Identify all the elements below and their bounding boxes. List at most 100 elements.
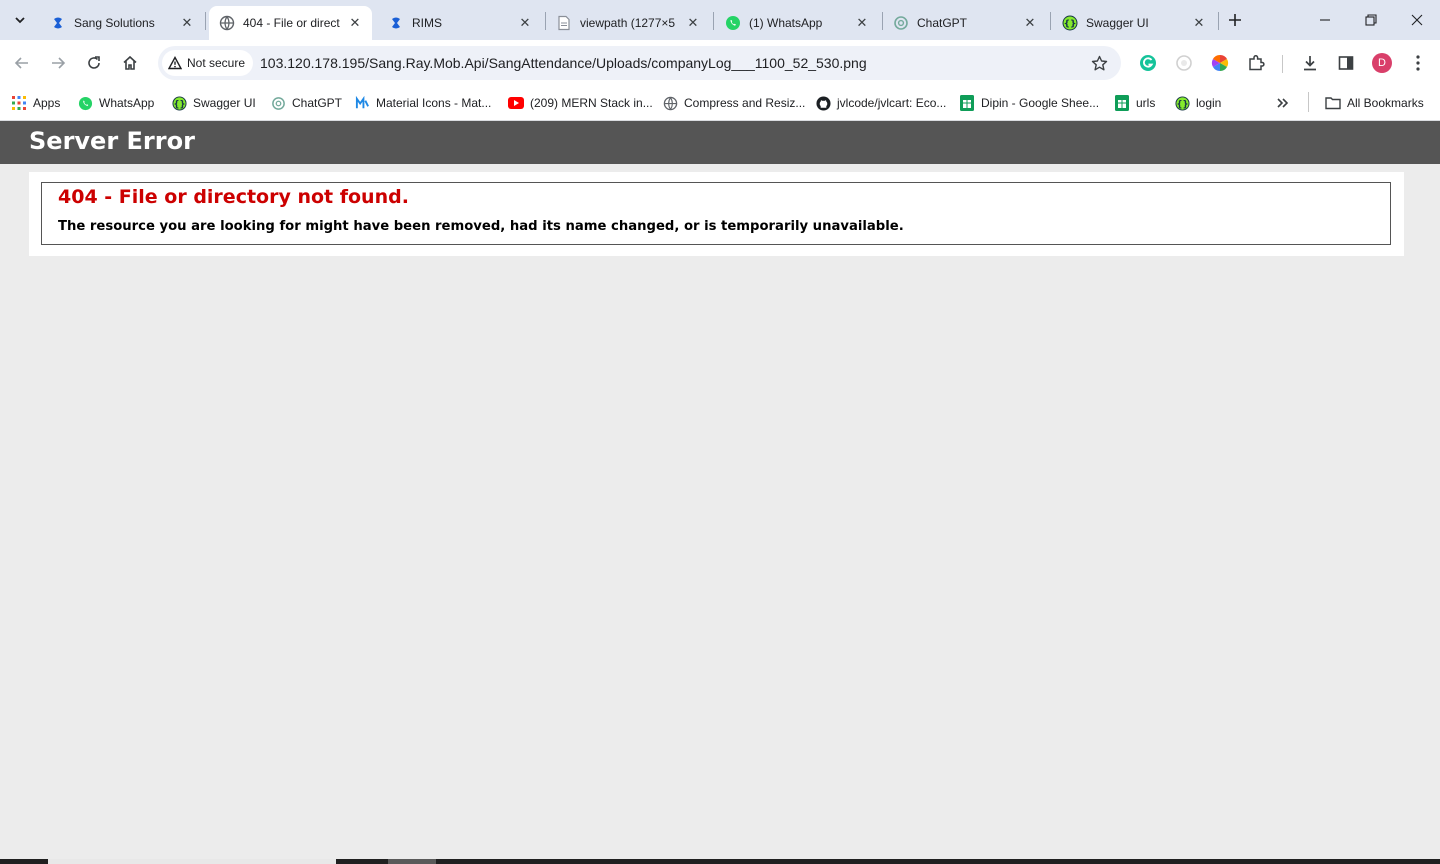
downloads-button[interactable] (1296, 49, 1324, 77)
bookmark-label: Material Icons - Mat... (376, 96, 492, 110)
bookmark-label: urls (1136, 96, 1156, 110)
bookmark-dipin-sheets[interactable]: Dipin - Google Shee... (959, 92, 1099, 114)
address-bar[interactable]: Not secure 103.120.178.195/Sang.Ray.Mob.… (158, 46, 1121, 80)
swagger-icon: {} (171, 95, 187, 111)
bookmark-label: jvlcode/jvlcart: Eco... (837, 96, 947, 110)
bookmark-label: Apps (33, 96, 61, 110)
side-panel-button[interactable] (1332, 49, 1360, 77)
svg-text:{}: {} (173, 98, 185, 108)
tab-title: (1) WhatsApp (749, 16, 823, 30)
bookmark-login[interactable]: {} login (1174, 92, 1221, 114)
taskbar-item[interactable] (388, 859, 436, 864)
extensions-puzzle-icon[interactable] (1242, 49, 1270, 77)
tab-title: viewpath (1277×5 (580, 16, 676, 30)
bookmark-whatsapp[interactable]: WhatsApp (77, 92, 154, 114)
bookmark-mern-youtube[interactable]: (209) MERN Stack in... (508, 92, 653, 114)
bookmark-jvlcart-github[interactable]: jvlcode/jvlcart: Eco... (815, 92, 946, 114)
close-icon[interactable]: ✕ (853, 14, 871, 32)
close-icon (1411, 14, 1423, 26)
tab-title: 404 - File or direct (243, 16, 340, 30)
globe-icon (219, 15, 235, 31)
sheets-icon (959, 95, 975, 111)
forward-arrow-icon (52, 57, 66, 69)
profile-initial: D (1378, 57, 1386, 69)
close-icon[interactable]: ✕ (1021, 14, 1039, 32)
close-window-button[interactable] (1394, 0, 1440, 40)
globe-icon (662, 95, 678, 111)
bookmark-star-icon[interactable] (1089, 53, 1109, 73)
tab-404-error[interactable]: 404 - File or direct ✕ (209, 6, 372, 40)
bookmarks-divider (1308, 92, 1309, 112)
close-icon[interactable]: ✕ (346, 14, 364, 32)
content-panel: 404 - File or directory not found. The r… (29, 172, 1404, 256)
restore-button[interactable] (1348, 0, 1394, 40)
plus-icon (1229, 14, 1241, 26)
home-icon (123, 55, 137, 70)
whatsapp-icon (77, 95, 93, 111)
server-error-header: Server Error (0, 121, 1440, 164)
close-icon[interactable]: ✕ (1190, 14, 1208, 32)
bookmark-label: Swagger UI (193, 96, 256, 110)
back-button[interactable] (8, 49, 36, 77)
youtube-icon (508, 95, 524, 111)
tab-strip: Sang Solutions ✕ 404 - File or direct ✕ … (0, 0, 1440, 40)
material-icons-icon (354, 95, 370, 111)
all-bookmarks-folder[interactable]: All Bookmarks (1325, 92, 1424, 114)
close-icon[interactable]: ✕ (516, 14, 534, 32)
folder-icon (1325, 95, 1341, 111)
bookmark-apps[interactable]: Apps (11, 92, 60, 114)
swagger-icon: {} (1062, 15, 1078, 31)
bookmark-swagger-ui[interactable]: {} Swagger UI (171, 92, 256, 114)
tab-title: Sang Solutions (74, 16, 155, 30)
svg-text:{}: {} (1176, 98, 1188, 108)
timer-extension-icon[interactable] (1170, 49, 1198, 77)
new-tab-button[interactable] (1224, 9, 1246, 31)
tab-viewpath[interactable]: viewpath (1277×5 ✕ (546, 6, 710, 40)
kebab-menu-icon (1416, 55, 1420, 71)
taskbar-item[interactable] (48, 859, 336, 864)
url-text[interactable]: 103.120.178.195/Sang.Ray.Mob.Api/SangAtt… (260, 55, 867, 71)
bookmark-material-icons[interactable]: Material Icons - Mat... (354, 92, 491, 114)
restore-icon (1365, 14, 1377, 26)
error-title: 404 - File or directory not found. (58, 186, 409, 208)
grammarly-extension-icon[interactable] (1134, 49, 1162, 77)
error-fieldset: 404 - File or directory not found. The r… (41, 182, 1391, 245)
toolbar-divider (1282, 55, 1283, 73)
tab-rims[interactable]: RIMS ✕ (378, 6, 542, 40)
error-description: The resource you are looking for might h… (58, 219, 904, 234)
bookmark-compress-resize[interactable]: Compress and Resiz... (662, 92, 805, 114)
tab-title: ChatGPT (917, 16, 968, 30)
close-icon[interactable]: ✕ (178, 14, 196, 32)
not-secure-chip[interactable]: Not secure (162, 50, 254, 76)
bookmarks-bar: Apps WhatsApp {} Swagger UI ChatGPT Mate… (0, 86, 1440, 121)
download-icon (1304, 56, 1316, 71)
close-icon[interactable]: ✕ (684, 14, 702, 32)
minimize-icon (1320, 19, 1330, 21)
tab-sang-solutions[interactable]: Sang Solutions ✕ (40, 6, 204, 40)
browser-menu-button[interactable] (1404, 49, 1432, 77)
color-picker-extension-icon[interactable] (1206, 49, 1234, 77)
home-button[interactable] (116, 49, 144, 77)
tab-whatsapp[interactable]: (1) WhatsApp ✕ (715, 6, 879, 40)
tab-search-chevron-icon[interactable] (6, 8, 34, 32)
security-label: Not secure (187, 56, 246, 70)
tab-divider (1050, 12, 1051, 30)
bookmark-urls[interactable]: urls (1114, 92, 1155, 114)
reload-button[interactable] (80, 49, 108, 77)
bookmark-label: Compress and Resiz... (684, 96, 806, 110)
swagger-icon: {} (1174, 95, 1190, 111)
whatsapp-icon (725, 15, 741, 31)
svg-text:{}: {} (1064, 20, 1077, 30)
bookmark-chatgpt[interactable]: ChatGPT (270, 92, 342, 114)
tab-swagger-ui[interactable]: {} Swagger UI ✕ (1052, 6, 1216, 40)
profile-avatar[interactable]: D (1368, 49, 1396, 77)
browser-toolbar: Not secure 103.120.178.195/Sang.Ray.Mob.… (0, 40, 1440, 86)
tab-divider (1218, 12, 1219, 30)
github-icon (815, 95, 831, 111)
page-title: Server Error (29, 127, 195, 155)
tab-chatgpt[interactable]: ChatGPT ✕ (883, 6, 1047, 40)
side-panel-icon (1338, 56, 1354, 70)
minimize-button[interactable] (1302, 0, 1348, 40)
forward-button[interactable] (44, 49, 72, 77)
more-bookmarks-button[interactable] (1276, 92, 1290, 114)
